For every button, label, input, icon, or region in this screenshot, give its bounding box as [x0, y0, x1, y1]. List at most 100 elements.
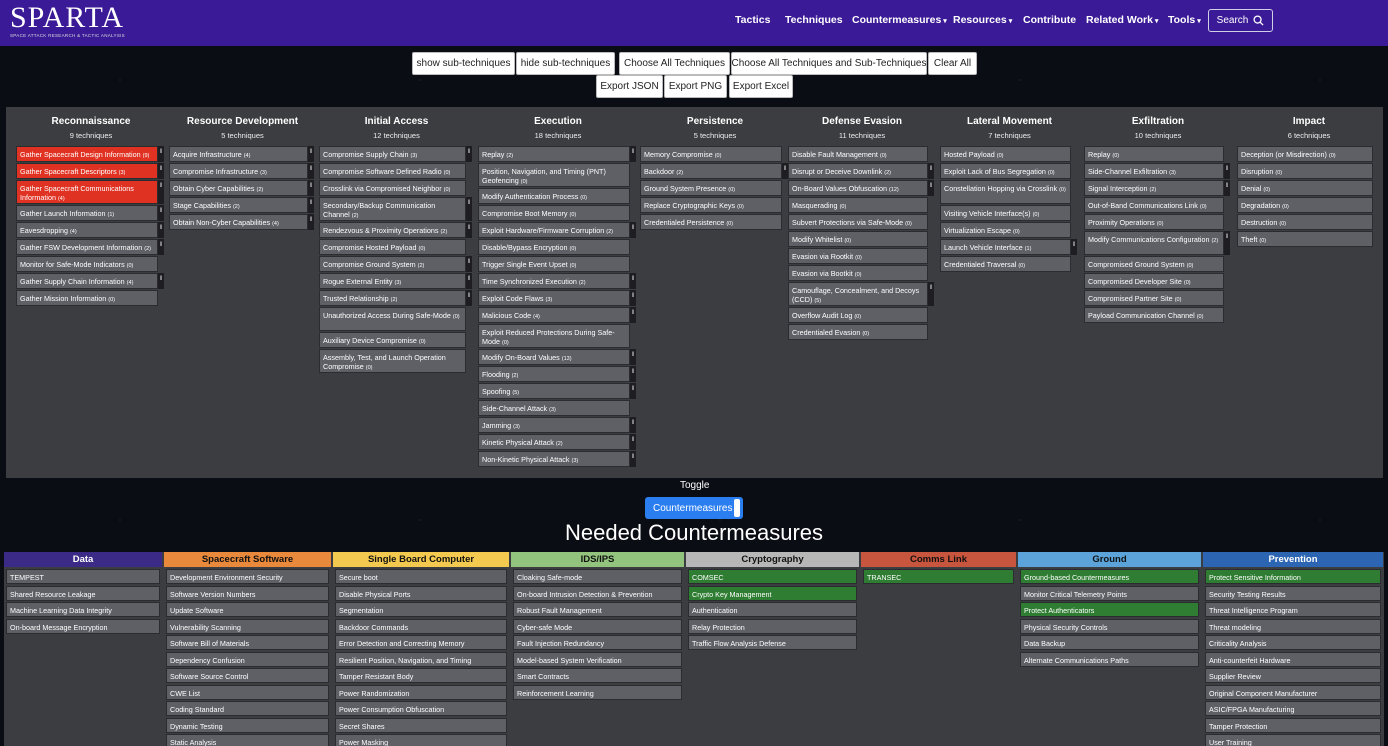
technique-cell[interactable]: Disrupt or Deceive Downlink (2): [788, 163, 928, 179]
technique-cell[interactable]: Gather Supply Chain Information (4): [16, 273, 158, 289]
choose-all-techniques-button[interactable]: Choose All Techniques: [619, 52, 730, 75]
technique-cell[interactable]: Time Synchronized Execution (2): [478, 273, 630, 289]
technique-cell[interactable]: Secondary/Backup Communication Channel (…: [319, 197, 466, 221]
expand-subtechniques-handle[interactable]: ‖: [630, 417, 636, 433]
expand-subtechniques-handle[interactable]: ‖: [1071, 239, 1077, 255]
technique-cell[interactable]: Deception (or Misdirection) (0): [1237, 146, 1373, 162]
technique-cell[interactable]: Modify On-Board Values (13): [478, 349, 630, 365]
expand-subtechniques-handle[interactable]: ‖: [158, 239, 164, 255]
technique-cell[interactable]: Signal Interception (2): [1084, 180, 1224, 196]
technique-cell[interactable]: Out-of-Band Communications Link (0): [1084, 197, 1224, 213]
countermeasure-cell[interactable]: Shared Resource Leakage: [6, 585, 160, 601]
countermeasure-cell[interactable]: Traffic Flow Analysis Defense: [688, 635, 857, 650]
countermeasure-cell[interactable]: Crypto Key Management: [688, 585, 857, 601]
expand-subtechniques-handle[interactable]: ‖: [158, 273, 164, 289]
technique-cell[interactable]: Virtualization Escape (0): [940, 222, 1071, 238]
technique-cell[interactable]: Compromise Ground System (2): [319, 256, 466, 272]
technique-cell[interactable]: Masquerading (0): [788, 197, 928, 213]
nav-tactics[interactable]: Tactics: [735, 14, 770, 26]
technique-cell[interactable]: Side-Channel Attack (3): [478, 400, 630, 416]
expand-subtechniques-handle[interactable]: ‖: [466, 197, 472, 221]
countermeasure-cell[interactable]: Backdoor Commands: [335, 618, 507, 634]
expand-subtechniques-handle[interactable]: ‖: [630, 451, 636, 467]
expand-subtechniques-handle[interactable]: ‖: [308, 146, 314, 162]
technique-cell[interactable]: Camouflage, Concealment, and Decoys (CCD…: [788, 282, 928, 306]
countermeasure-cell[interactable]: Coding Standard: [166, 701, 329, 716]
expand-subtechniques-handle[interactable]: ‖: [630, 222, 636, 238]
nav-techniques[interactable]: Techniques: [785, 14, 843, 26]
countermeasure-category-header[interactable]: Cryptography: [686, 552, 859, 567]
export-json-button[interactable]: Export JSON: [596, 75, 663, 98]
technique-cell[interactable]: Compromise Infrastructure (3): [169, 163, 308, 179]
countermeasure-cell[interactable]: ASIC/FPGA Manufacturing: [1205, 701, 1381, 716]
countermeasure-cell[interactable]: Anti-counterfeit Hardware: [1205, 651, 1381, 667]
expand-subtechniques-handle[interactable]: ‖: [308, 214, 314, 230]
tactic-title[interactable]: Lateral Movement: [940, 116, 1079, 127]
countermeasure-cell[interactable]: CWE List: [166, 684, 329, 700]
expand-subtechniques-handle[interactable]: ‖: [630, 434, 636, 450]
countermeasure-cell[interactable]: On-board Intrusion Detection & Preventio…: [513, 585, 682, 601]
tactic-title[interactable]: Initial Access: [319, 116, 474, 127]
expand-subtechniques-handle[interactable]: ‖: [928, 282, 934, 306]
countermeasure-cell[interactable]: Segmentation: [335, 602, 507, 617]
countermeasure-category-header[interactable]: IDS/IPS: [511, 552, 684, 567]
countermeasure-category-header[interactable]: Prevention: [1203, 552, 1383, 567]
technique-cell[interactable]: Replace Cryptographic Keys (0): [640, 197, 782, 213]
countermeasure-cell[interactable]: Data Backup: [1020, 635, 1199, 650]
technique-cell[interactable]: Modify Communications Configuration (2): [1084, 231, 1224, 255]
technique-cell[interactable]: Credentialed Persistence (0): [640, 214, 782, 230]
sparta-logo[interactable]: SPARTA SPACE ATTACK RESEARCH & TACTIC AN…: [10, 3, 125, 43]
countermeasure-cell[interactable]: Disable Physical Ports: [335, 585, 507, 601]
expand-subtechniques-handle[interactable]: ‖: [158, 205, 164, 221]
technique-cell[interactable]: Credentialed Traversal (0): [940, 256, 1071, 272]
expand-subtechniques-handle[interactable]: ‖: [466, 222, 472, 238]
technique-cell[interactable]: Gather FSW Development Information (2): [16, 239, 158, 255]
expand-subtechniques-handle[interactable]: ‖: [630, 349, 636, 365]
technique-cell[interactable]: Exploit Lack of Bus Segregation (0): [940, 163, 1071, 179]
technique-cell[interactable]: Compromise Software Defined Radio (0): [319, 163, 466, 179]
export-png-button[interactable]: Export PNG: [664, 75, 727, 98]
technique-cell[interactable]: Rendezvous & Proximity Operations (2): [319, 222, 466, 238]
technique-cell[interactable]: Compromised Partner Site (0): [1084, 290, 1224, 306]
technique-cell[interactable]: Theft (0): [1237, 231, 1373, 247]
countermeasure-cell[interactable]: Robust Fault Management: [513, 602, 682, 617]
technique-cell[interactable]: Exploit Reduced Protections During Safe-…: [478, 324, 630, 348]
technique-cell[interactable]: Compromised Developer Site (0): [1084, 273, 1224, 289]
technique-cell[interactable]: Trusted Relationship (2): [319, 290, 466, 306]
countermeasure-cell[interactable]: Physical Security Controls: [1020, 618, 1199, 634]
tactic-title[interactable]: Resource Development: [169, 116, 316, 127]
technique-cell[interactable]: Destruction (0): [1237, 214, 1373, 230]
technique-cell[interactable]: Exploit Hardware/Firmware Corruption (2): [478, 222, 630, 238]
expand-subtechniques-handle[interactable]: ‖: [158, 180, 164, 204]
countermeasure-cell[interactable]: Dynamic Testing: [166, 717, 329, 733]
technique-cell[interactable]: Exploit Code Flaws (3): [478, 290, 630, 306]
technique-cell[interactable]: Replay (2): [478, 146, 630, 162]
technique-cell[interactable]: Unauthorized Access During Safe-Mode (0): [319, 307, 466, 331]
technique-cell[interactable]: Disable Fault Management (0): [788, 146, 928, 162]
technique-cell[interactable]: Payload Communication Channel (0): [1084, 307, 1224, 323]
expand-subtechniques-handle[interactable]: ‖: [466, 256, 472, 272]
countermeasure-cell[interactable]: Cyber-safe Mode: [513, 618, 682, 634]
technique-cell[interactable]: Compromise Boot Memory (0): [478, 205, 630, 221]
tactic-title[interactable]: Impact: [1237, 116, 1381, 127]
countermeasure-cell[interactable]: Smart Contracts: [513, 668, 682, 683]
nav-resources[interactable]: Resources ▾: [953, 14, 1012, 26]
tactic-title[interactable]: Reconnaissance: [16, 116, 166, 127]
technique-cell[interactable]: Evasion via Rootkit (0): [788, 248, 928, 264]
expand-subtechniques-handle[interactable]: ‖: [630, 366, 636, 382]
countermeasure-cell[interactable]: On-board Message Encryption: [6, 618, 160, 634]
countermeasure-cell[interactable]: Cloaking Safe-mode: [513, 569, 682, 584]
countermeasure-cell[interactable]: Supplier Review: [1205, 668, 1381, 683]
countermeasure-cell[interactable]: Static Analysis: [166, 734, 329, 746]
technique-cell[interactable]: Degradation (0): [1237, 197, 1373, 213]
countermeasure-cell[interactable]: Alternate Communications Paths: [1020, 651, 1199, 667]
expand-subtechniques-handle[interactable]: ‖: [928, 163, 934, 179]
countermeasure-category-header[interactable]: Single Board Computer: [333, 552, 509, 567]
technique-cell[interactable]: Crosslink via Compromised Neighbor (0): [319, 180, 466, 196]
countermeasure-cell[interactable]: TRANSEC: [863, 569, 1014, 584]
technique-cell[interactable]: Ground System Presence (0): [640, 180, 782, 196]
nav-contribute[interactable]: Contribute: [1023, 14, 1076, 26]
expand-subtechniques-handle[interactable]: ‖: [1224, 163, 1230, 179]
countermeasure-cell[interactable]: Tamper Protection: [1205, 717, 1381, 733]
expand-subtechniques-handle[interactable]: ‖: [308, 180, 314, 196]
